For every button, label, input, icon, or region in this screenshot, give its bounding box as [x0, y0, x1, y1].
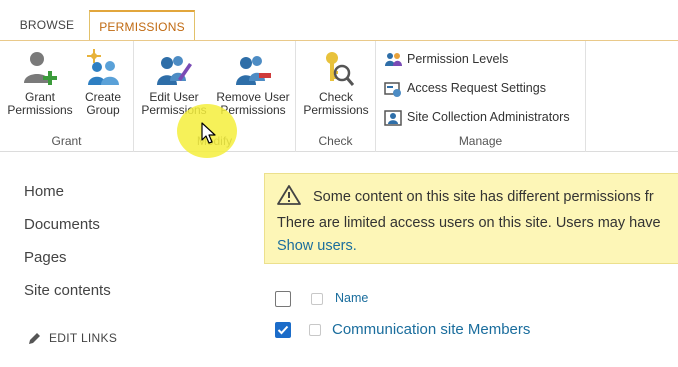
grant-permissions-label: Grant Permissions	[7, 90, 73, 117]
site-collection-administrators-label: Site Collection Administrators	[407, 110, 570, 124]
row-checkbox[interactable]	[275, 322, 291, 338]
ribbon-group-check: Check Permissions Check	[296, 41, 376, 152]
ribbon: Grant Permissions Create Group Grant Edi…	[0, 40, 678, 152]
check-permissions-label: Check Permissions	[303, 90, 369, 117]
nav-item-documents[interactable]: Documents	[24, 216, 100, 233]
permission-levels-button[interactable]: Permission Levels	[384, 48, 508, 70]
checkmark-icon	[277, 325, 289, 335]
grant-permissions-button[interactable]: Grant Permissions	[6, 49, 74, 117]
header-row-checkbox[interactable]	[311, 293, 323, 305]
check-permissions-button[interactable]: Check Permissions	[300, 49, 372, 117]
warning-text-line-1: Some content on this site has different …	[313, 189, 654, 205]
remove-user-permissions-icon	[236, 56, 271, 85]
check-permissions-icon	[326, 52, 354, 86]
mouse-cursor-icon	[201, 122, 216, 144]
permission-levels-label: Permission Levels	[407, 52, 509, 66]
access-request-settings-button[interactable]: Access Request Settings	[384, 77, 546, 99]
show-users-link[interactable]: Show users.	[277, 238, 357, 254]
column-header-name[interactable]: Name	[335, 291, 368, 305]
edit-user-permissions-icon	[157, 56, 192, 85]
access-request-settings-label: Access Request Settings	[407, 81, 546, 95]
ribbon-group-label-manage: Manage	[458, 134, 503, 148]
select-all-checkbox[interactable]	[275, 291, 291, 307]
site-collection-administrators-button[interactable]: Site Collection Administrators	[384, 106, 570, 128]
warning-icon	[277, 185, 301, 205]
grant-permissions-icon	[24, 52, 57, 85]
tab-browse[interactable]: BROWSE	[12, 10, 82, 41]
create-group-button[interactable]: Create Group	[76, 49, 130, 117]
ribbon-group-grant: Grant Permissions Create Group Grant	[0, 41, 134, 152]
remove-user-permissions-button[interactable]: Remove User Permissions	[212, 49, 294, 117]
ribbon-group-label-grant: Grant	[51, 134, 82, 148]
ribbon-group-manage: Permission Levels Access Request Setting…	[376, 41, 586, 152]
edit-links-label: EDIT LINKS	[49, 331, 118, 345]
row-select-box[interactable]	[309, 324, 321, 336]
create-group-icon	[87, 49, 119, 85]
permissions-warning-banner: Some content on this site has different …	[264, 173, 678, 264]
nav-item-home[interactable]: Home	[24, 183, 64, 200]
pencil-icon	[29, 332, 40, 344]
nav-item-pages[interactable]: Pages	[24, 249, 67, 266]
tab-permissions[interactable]: PERMISSIONS	[89, 10, 195, 43]
ribbon-group-label-check: Check	[318, 134, 353, 148]
ribbon-tab-bar: BROWSE PERMISSIONS	[0, 0, 678, 43]
nav-item-site-contents[interactable]: Site contents	[24, 282, 111, 299]
create-group-label: Create Group	[84, 90, 122, 117]
access-request-settings-icon	[384, 81, 401, 97]
group-link-communication-site-members[interactable]: Communication site Members	[332, 321, 530, 338]
site-collection-administrators-icon	[384, 109, 402, 126]
warning-text-line-2: There are limited access users on this s…	[277, 215, 661, 231]
permission-levels-icon	[385, 52, 402, 66]
edit-links-button[interactable]: EDIT LINKS	[27, 331, 117, 346]
